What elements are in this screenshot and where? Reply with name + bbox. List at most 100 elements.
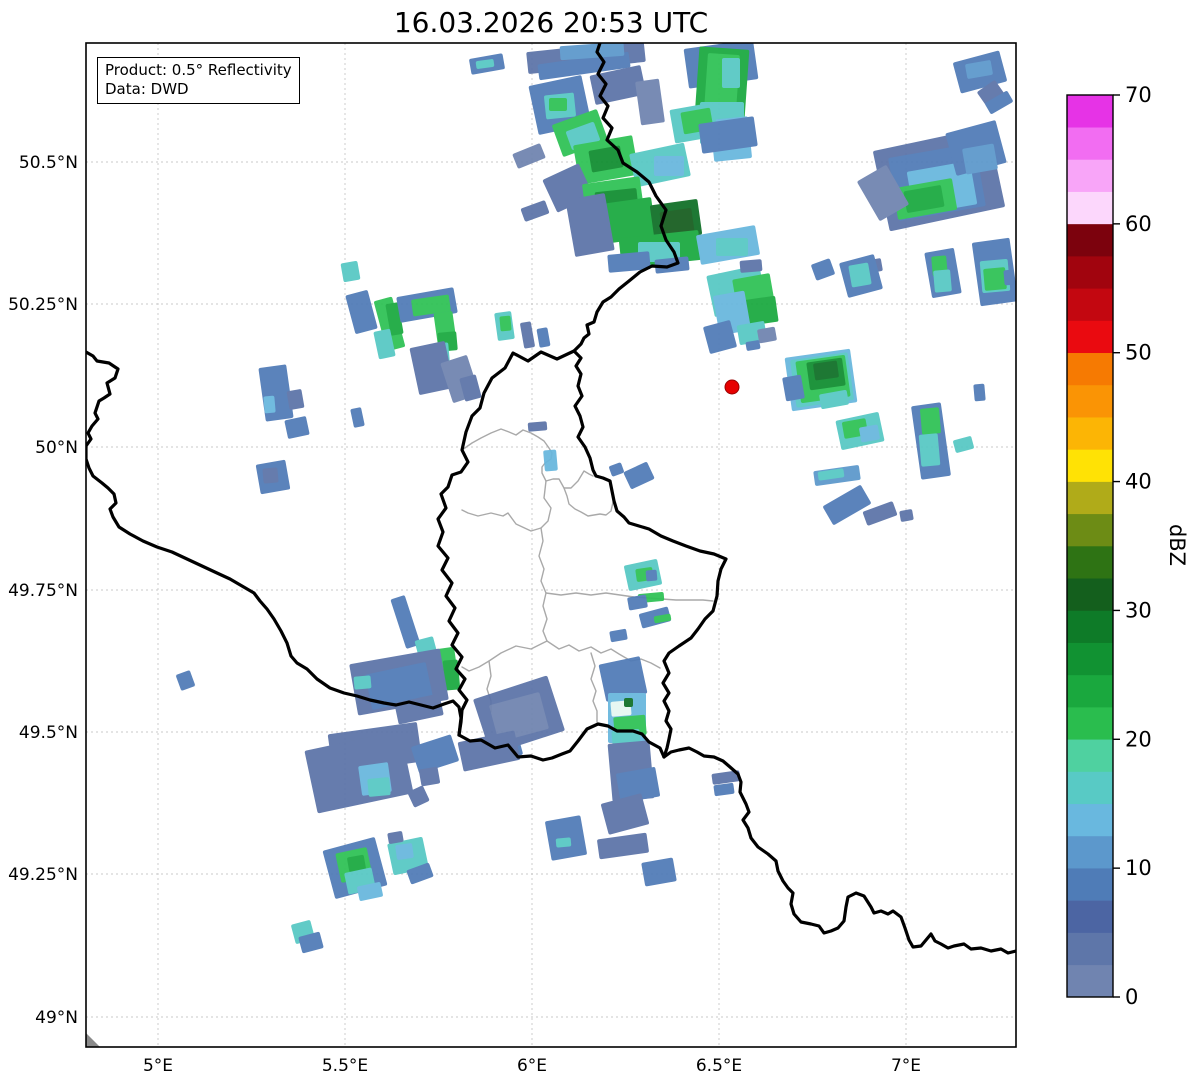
colorbar-band	[1067, 94, 1113, 128]
radar-echo	[353, 675, 372, 690]
radar-echo	[262, 467, 279, 484]
radar-echo	[624, 698, 633, 707]
radar-echo	[609, 462, 624, 477]
x-tick-label: 6°E	[517, 1056, 547, 1076]
radar-echo	[340, 260, 361, 283]
radar-echo	[899, 509, 914, 522]
y-tick-label: 50.25°N	[8, 295, 78, 315]
colorbar-band	[1067, 481, 1113, 515]
country-border	[457, 722, 1016, 955]
colorbar-tick-label: 10	[1125, 856, 1152, 880]
colorbar-band	[1067, 191, 1113, 225]
region-border	[590, 652, 598, 723]
radar-echo	[499, 315, 512, 332]
radar-echo	[350, 407, 365, 428]
corner-wedge	[86, 1033, 100, 1047]
colorbar-band	[1067, 835, 1113, 869]
radar-echo	[623, 462, 655, 489]
colorbar-band	[1067, 352, 1113, 386]
region-border	[563, 487, 614, 517]
product-info-line1: Product: 0.5° Reflectivity	[105, 61, 292, 79]
radar-echo	[601, 793, 649, 835]
radar-echo	[609, 628, 628, 643]
colorbar-tick-label: 50	[1125, 341, 1152, 365]
radar-echo	[367, 777, 391, 797]
radar-echo	[549, 98, 567, 111]
x-tick-label: 7°E	[891, 1056, 921, 1076]
product-info-line2: Data: DWD	[105, 80, 189, 98]
colorbar-band	[1067, 706, 1113, 740]
colorbar-band	[1067, 320, 1113, 354]
radar-echo	[713, 782, 735, 797]
colorbar-band	[1067, 416, 1113, 450]
colorbar-band	[1067, 223, 1113, 257]
y-tick-label: 50°N	[35, 438, 78, 458]
radar-echo	[418, 766, 441, 787]
radar-echo	[555, 837, 572, 848]
colorbar-band	[1067, 932, 1113, 966]
colorbar-band	[1067, 610, 1113, 643]
radar-echo	[345, 290, 378, 334]
region-border	[461, 428, 553, 482]
radar-echo	[933, 269, 952, 293]
plot-content	[86, 43, 1016, 1047]
x-tick-label: 5°E	[143, 1056, 173, 1076]
colorbar-band	[1067, 674, 1113, 708]
colorbar-band	[1067, 900, 1113, 933]
colorbar-tick-label: 30	[1125, 598, 1152, 622]
radar-echo	[722, 58, 740, 88]
radar-echo	[739, 259, 763, 273]
colorbar-band	[1067, 803, 1113, 837]
radar-echo	[635, 78, 665, 126]
radar-echo	[176, 670, 195, 691]
y-tick-label: 49.25°N	[8, 865, 78, 885]
radar-echo	[527, 421, 548, 432]
colorbar-band	[1067, 867, 1113, 901]
radar-echo	[520, 200, 550, 222]
region-border	[538, 527, 548, 642]
radar-echo	[520, 321, 535, 349]
radar-echo	[512, 143, 546, 169]
radar-echo	[641, 857, 677, 887]
y-tick-label: 49°N	[35, 1008, 78, 1028]
product-info-box: Product: 0.5° Reflectivity Data: DWD	[97, 57, 300, 104]
colorbar-band	[1067, 513, 1113, 547]
colorbar-tick-label: 40	[1125, 470, 1152, 494]
radar-echo	[953, 436, 974, 453]
colorbar-band	[1067, 545, 1113, 579]
y-tick-label: 50.5°N	[19, 153, 78, 173]
radar-echo	[813, 360, 839, 381]
y-tick-label: 49.5°N	[19, 723, 78, 743]
radar-echo	[811, 258, 835, 281]
country-border	[572, 349, 728, 759]
colorbar-unit-label: dBZ	[1165, 523, 1189, 567]
colorbar-band	[1067, 126, 1113, 160]
radar-echo	[823, 485, 871, 525]
radar-map-canvas: 5°E 5.5°E 6°E 6.5°E 7°E 50.5°N 50.25°N 50°N 49.7…	[8, 42, 1152, 1076]
colorbar-band	[1067, 255, 1113, 289]
colorbar-tick-label: 60	[1125, 212, 1152, 236]
colorbar-band	[1067, 159, 1113, 192]
colorbar-band	[1067, 577, 1113, 611]
region-border	[461, 640, 548, 672]
x-tick-label: 5.5°E	[322, 1056, 368, 1076]
radar-echo	[716, 238, 748, 256]
colorbar-band	[1067, 287, 1113, 321]
radar-echo	[645, 569, 658, 582]
radar-echo	[543, 449, 558, 472]
colorbar-band	[1067, 449, 1113, 482]
radar-echo	[848, 262, 872, 288]
radar-echo	[263, 395, 276, 414]
colorbar-band	[1067, 771, 1113, 805]
colorbar-tick-label: 20	[1125, 727, 1152, 751]
radar-echo	[1003, 269, 1014, 286]
colorbar-tick-label: 70	[1125, 83, 1152, 107]
y-tick-label: 49.75°N	[8, 581, 78, 601]
radar-echo	[918, 433, 941, 467]
radar-echo	[597, 832, 649, 860]
radar-echo-layer	[176, 43, 1016, 954]
colorbar-band	[1067, 738, 1113, 772]
radar-echo	[962, 143, 998, 175]
colorbar-band	[1067, 384, 1113, 418]
radar-echo	[983, 267, 1007, 291]
